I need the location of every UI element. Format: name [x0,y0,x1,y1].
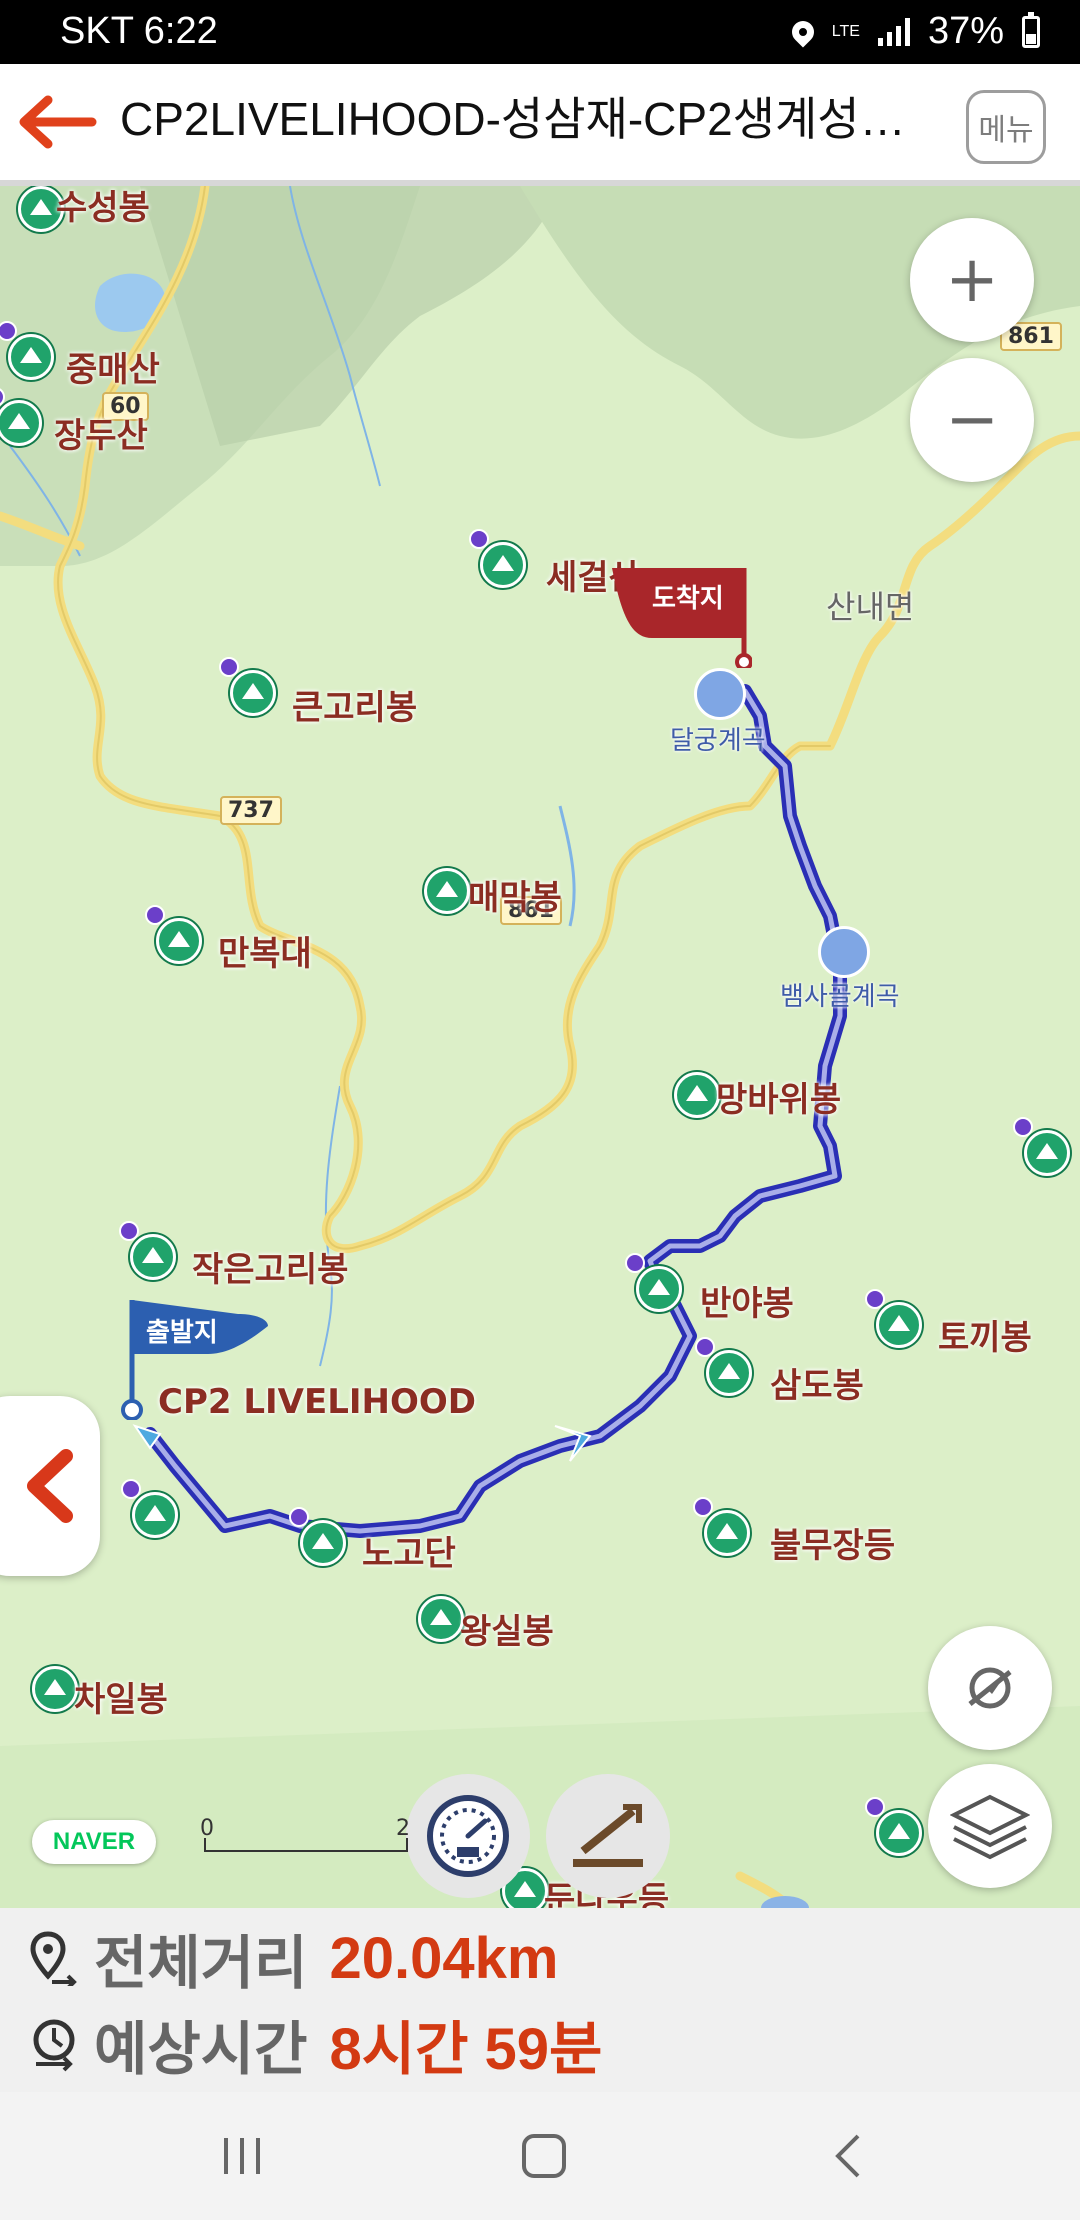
zoom-out-button[interactable]: − [910,358,1034,482]
valley-label: 뱀사골계곡 [780,982,900,1012]
valley-icon[interactable] [694,668,746,720]
clock: 6:22 [143,10,218,52]
app-header: CP2LIVELIHOOD-성삼재-CP2생계성삼... 메뉴 [0,64,1080,186]
valley-label: 달궁계곡 [670,726,766,756]
estimated-time-icon [33,2019,75,2072]
map-label: 망바위봉 [716,1080,842,1120]
map-label: 토끼봉 [938,1318,1032,1358]
battery-icon [1022,11,1040,48]
map-view[interactable]: 60 737 861 861 수성봉 중매산 장두산 세걸산 산내면 큰고리봉 … [0,186,1080,1908]
mountain-icon[interactable] [119,1221,176,1280]
battery-percent: 37% [927,10,1004,52]
home-button[interactable] [514,2128,574,2184]
mountain-icon[interactable] [219,657,276,716]
menu-button[interactable]: 메뉴 [966,90,1046,164]
home-icon [522,2134,566,2178]
status-bar: SKT 6:22 LTE 37% [0,0,1080,64]
back-arrow-icon [19,95,97,149]
time-label: 예상시간 [94,2015,308,2083]
start-flag[interactable]: 출발지 [118,1290,268,1421]
mountain-icon[interactable] [145,905,202,964]
mountain-icon[interactable] [0,321,54,380]
mountain-icon[interactable] [469,529,526,588]
elevation-button[interactable] [546,1774,670,1898]
mountain-icon[interactable] [865,1289,922,1348]
distance-value: 20.04km [329,1925,559,1991]
mountain-icon[interactable] [865,1797,922,1856]
naver-logo: NAVER [32,1820,156,1864]
speedometer-button[interactable] [406,1774,530,1898]
road-number-737: 737 [220,796,282,825]
start-flag-label: 출발지 [146,1318,218,1348]
mountain-icon[interactable] [1013,1117,1070,1176]
scale-bar [204,1838,408,1852]
end-flag[interactable]: 도착지 [612,558,753,671]
mountain-icon[interactable] [418,1596,464,1642]
mountain-icon[interactable] [674,1072,720,1118]
network-type: LTE [831,22,860,40]
speedometer-icon [427,1795,509,1877]
mountain-icon[interactable] [289,1507,346,1566]
system-nav-bar [0,2092,1080,2220]
map-label: 장두산 [54,416,148,456]
carrier: SKT [60,10,134,52]
zoom-in-button[interactable]: + [910,218,1034,342]
mountain-icon[interactable] [424,868,470,914]
chevron-left-icon [27,1449,73,1523]
map-label: 산내면 [826,588,915,626]
mountain-icon[interactable] [32,1666,78,1712]
location-off-icon [968,1667,1012,1709]
back-button[interactable] [18,92,98,152]
map-label: 매막봉 [468,878,562,918]
side-panel-toggle[interactable] [0,1396,100,1576]
map-label: 수성봉 [56,188,150,228]
system-back-button[interactable] [820,2128,880,2184]
recent-apps-button[interactable] [212,2128,272,2184]
map-label: 삼도봉 [770,1366,864,1406]
distance-row: 전체거리 20.04km [30,1918,558,1998]
time-row: 예상시간 8시간 59분 [30,2004,602,2084]
map-label: 만복대 [218,934,312,974]
location-status-icon [787,15,819,48]
layers-button[interactable] [928,1764,1052,1888]
elevation-icon [573,1804,643,1867]
mountain-icon[interactable] [695,1337,752,1396]
map-label: 차일봉 [74,1680,168,1720]
map-label: 큰고리봉 [292,688,418,728]
valley-icon[interactable] [818,926,870,978]
map-label: 작은고리봉 [192,1250,349,1290]
status-right: LTE 37% [787,10,1040,53]
map-scale: 0 2 [200,1816,410,1856]
end-flag-label: 도착지 [652,584,724,614]
route-distance-icon [30,1931,77,1986]
mountain-icon[interactable] [693,1497,750,1556]
signal-icon [877,17,910,46]
mountain-icon[interactable] [121,1479,178,1538]
time-value: 8시간 59분 [329,2017,603,2082]
map-label: 반야봉 [700,1284,794,1324]
layers-icon [950,1794,1030,1860]
distance-label: 전체거리 [94,1929,308,1997]
route-summary-panel: 전체거리 20.04km 예상시간 8시간 59분 [0,1908,1080,2092]
map-label: 불무장등 [770,1526,896,1566]
mountain-icon[interactable] [625,1253,682,1312]
status-left: SKT 6:22 [60,10,218,53]
route-title: CP2LIVELIHOOD-성삼재-CP2생계성삼... [120,93,920,145]
recent-apps-icon [224,2138,260,2174]
chevron-left-icon [835,2134,860,2178]
location-toggle-button[interactable] [928,1626,1052,1750]
map-label: 왕실봉 [460,1612,554,1652]
map-label: 중매산 [66,350,160,390]
map-label: 노고단 [362,1534,456,1574]
flag-icon [121,1300,268,1421]
